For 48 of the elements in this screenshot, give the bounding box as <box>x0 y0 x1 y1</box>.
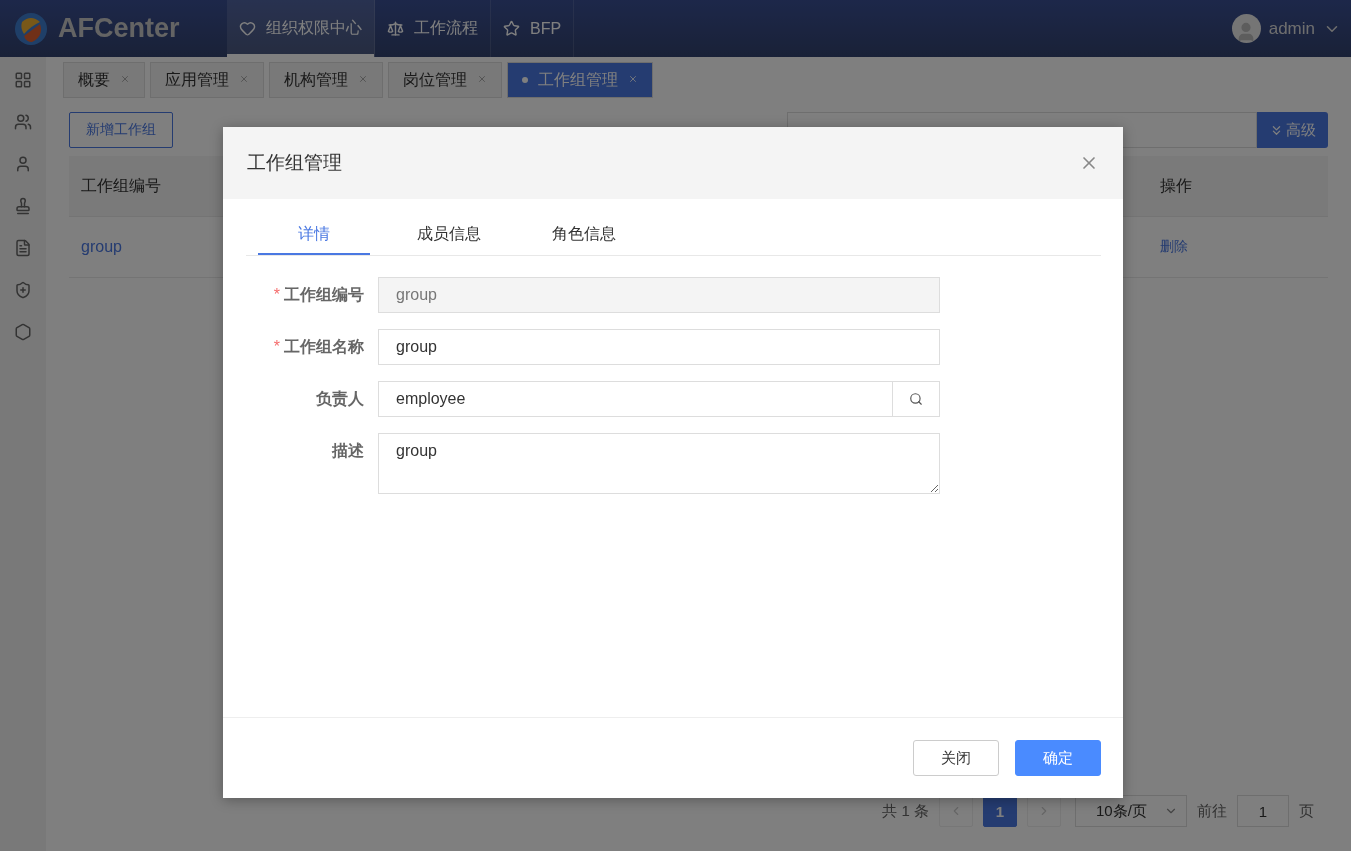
total-count: 共 1 条 <box>882 801 929 821</box>
avatar-icon[interactable] <box>1231 14 1261 43</box>
field-label-text: 工作组名称 <box>284 338 364 355</box>
scale-icon <box>387 20 404 37</box>
field-label-text: 负责人 <box>316 390 364 407</box>
stamp-icon[interactable] <box>14 197 32 215</box>
page-tab[interactable]: 机构管理 <box>269 62 383 98</box>
text-field[interactable]: group <box>378 329 940 365</box>
active-dot-icon <box>522 77 528 83</box>
confirm-button[interactable]: 确定 <box>1015 740 1101 776</box>
users-icon[interactable] <box>14 113 32 131</box>
add-button[interactable]: 新增工作组 <box>69 112 173 148</box>
user-name[interactable]: admin <box>1268 18 1315 39</box>
user-icon[interactable] <box>14 155 32 173</box>
required-mark: * <box>273 286 280 303</box>
hexagon-icon[interactable] <box>14 323 32 341</box>
field-label-text: 描述 <box>332 442 364 459</box>
textarea-field[interactable]: group <box>378 433 940 494</box>
document-icon[interactable] <box>14 239 32 257</box>
page-input[interactable]: 1 <box>1237 795 1289 827</box>
dialog-tab[interactable]: 成员信息 <box>392 215 505 255</box>
advanced-button[interactable]: 高级 <box>1257 112 1328 148</box>
app-logo-text: AFCenter <box>58 13 180 44</box>
shield-icon[interactable] <box>14 281 32 299</box>
nav-tab[interactable]: BFP <box>491 0 575 57</box>
dialog-tab[interactable]: 详情 <box>257 215 370 255</box>
lookup-field[interactable]: employee <box>378 381 940 417</box>
star-icon <box>503 20 520 37</box>
column-header: 操作 <box>1160 175 1193 196</box>
heart-icon <box>239 20 256 37</box>
page-suffix: 页 <box>1299 801 1314 821</box>
table-cell-text: group <box>81 238 123 256</box>
page-tab[interactable]: 概要 <box>63 62 145 98</box>
goto-label: 前往 <box>1197 801 1227 821</box>
delete-link[interactable]: 删除 <box>1160 238 1316 256</box>
field-label-text: 工作组编号 <box>284 286 364 303</box>
dialog-tab[interactable]: 角色信息 <box>527 215 640 255</box>
logo-icon <box>14 11 48 46</box>
close-button[interactable]: 关闭 <box>913 740 999 776</box>
column-header: 工作组编号 <box>81 175 162 196</box>
page-size-value: 10条/页 <box>1096 801 1147 821</box>
page-tab[interactable]: 岗位管理 <box>388 62 502 98</box>
nav-tab[interactable]: 工作流程 <box>375 0 491 57</box>
page-tab[interactable]: 应用管理 <box>150 62 264 98</box>
grid-icon[interactable] <box>14 71 32 89</box>
required-mark: * <box>273 338 280 355</box>
page-tab[interactable]: 工作组管理 <box>507 62 653 98</box>
dialog-title: 工作组管理 <box>247 151 342 175</box>
